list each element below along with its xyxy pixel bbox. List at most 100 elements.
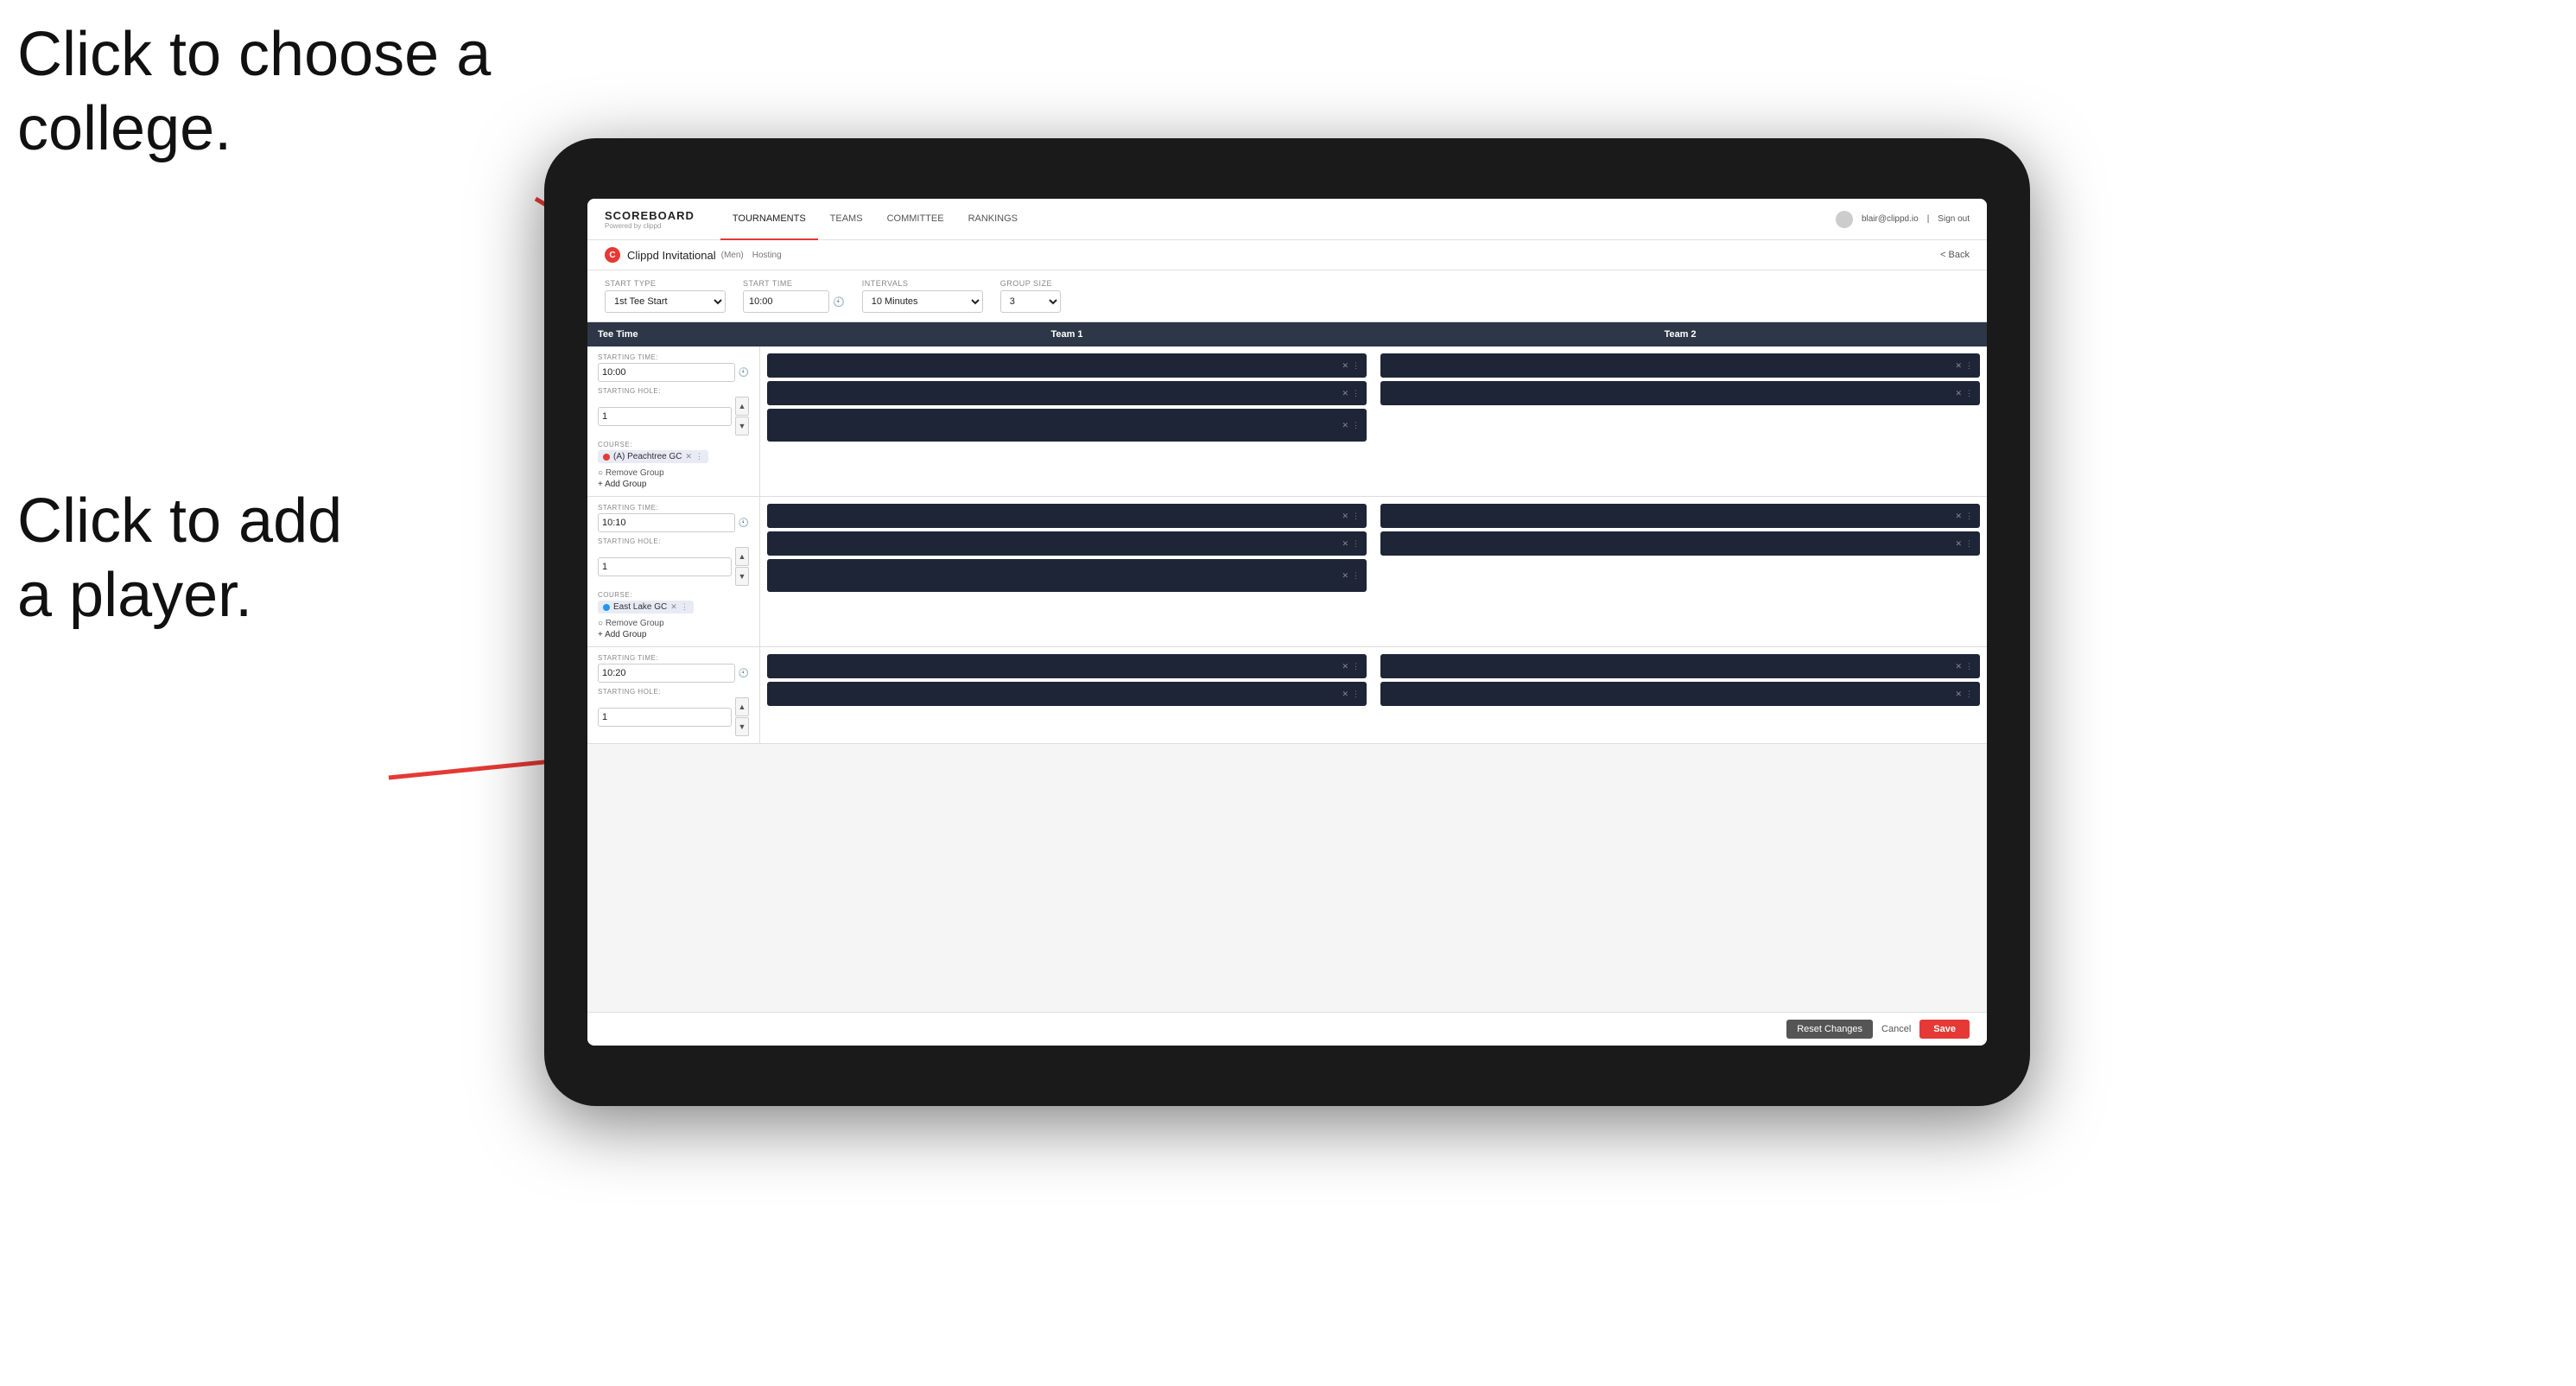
slot-x-1-1[interactable]: ✕: [1342, 361, 1348, 371]
nav-link-committee[interactable]: COMMITTEE: [875, 199, 956, 240]
slot-x-5-2[interactable]: ✕: [1342, 690, 1348, 699]
course-slot-x-2[interactable]: ✕: [1342, 571, 1348, 581]
starting-time-input-3[interactable]: [598, 664, 735, 683]
hole-down-1[interactable]: ▼: [735, 416, 749, 436]
remove-group-2[interactable]: ○ Remove Group: [598, 619, 749, 628]
slot-x-1-2[interactable]: ✕: [1342, 389, 1348, 398]
slot-x-4-1[interactable]: ✕: [1955, 512, 1962, 521]
add-group-1[interactable]: + Add Group: [598, 480, 749, 489]
slot-dots-1-2[interactable]: ⋮: [1352, 389, 1360, 398]
starting-time-label-2: STARTING TIME:: [598, 504, 749, 512]
slot-dots-6-1[interactable]: ⋮: [1965, 662, 1973, 671]
save-button[interactable]: Save: [1919, 1020, 1970, 1039]
hole-up-3[interactable]: ▲: [735, 697, 749, 716]
annotation-top-line2: college.: [17, 92, 491, 166]
starting-time-label-3: STARTING TIME:: [598, 654, 749, 662]
start-time-input[interactable]: [743, 290, 829, 313]
player-slot-3-2[interactable]: ✕ ⋮: [767, 531, 1367, 556]
nav-link-tournaments[interactable]: TOURNAMENTS: [720, 199, 818, 240]
slot-dots-4-2[interactable]: ⋮: [1965, 539, 1973, 549]
player-slot-6-1[interactable]: ✕ ⋮: [1380, 654, 1980, 678]
start-time-group: Start Time 🕙: [743, 279, 845, 313]
annotation-top-line1: Click to choose a: [17, 17, 491, 92]
hole-up-2[interactable]: ▲: [735, 547, 749, 566]
intervals-label: Intervals: [862, 279, 983, 288]
course-slot-dots-2[interactable]: ⋮: [1352, 571, 1360, 581]
player-slot-5-1[interactable]: ✕ ⋮: [767, 654, 1367, 678]
group-team2-col-1: ✕ ⋮ ✕ ⋮: [1374, 346, 1987, 496]
player-slot-2-2[interactable]: ✕ ⋮: [1380, 381, 1980, 405]
start-type-select[interactable]: 1st Tee Start Shotgun Start: [605, 290, 726, 313]
slot-x-6-1[interactable]: ✕: [1955, 662, 1962, 671]
player-slot-1-1[interactable]: ✕ ⋮: [767, 353, 1367, 378]
player-slot-4-2[interactable]: ✕ ⋮: [1380, 531, 1980, 556]
intervals-select[interactable]: 10 Minutes 8 Minutes 12 Minutes: [862, 290, 983, 313]
slot-x-5-1[interactable]: ✕: [1342, 662, 1348, 671]
slot-dots-4-1[interactable]: ⋮: [1965, 512, 1973, 521]
slot-dots-5-2[interactable]: ⋮: [1352, 690, 1360, 699]
avatar: [1836, 211, 1853, 228]
slot-dots-2-1[interactable]: ⋮: [1965, 361, 1973, 371]
player-slot-2-1[interactable]: ✕ ⋮: [1380, 353, 1980, 378]
hole-up-1[interactable]: ▲: [735, 397, 749, 416]
tournament-title: Clippd Invitational: [627, 249, 716, 262]
player-slot-4-1[interactable]: ✕ ⋮: [1380, 504, 1980, 528]
course-more-1[interactable]: ⋮: [695, 452, 703, 461]
nav-link-rankings[interactable]: RANKINGS: [956, 199, 1030, 240]
reset-button[interactable]: Reset Changes: [1786, 1020, 1873, 1039]
group-size-label: Group Size: [1000, 279, 1061, 288]
cancel-button[interactable]: Cancel: [1881, 1024, 1911, 1034]
user-email: blair@clippd.io: [1862, 214, 1919, 224]
nav-separator: |: [1927, 214, 1930, 224]
player-slot-6-2[interactable]: ✕ ⋮: [1380, 682, 1980, 706]
slot-x-3-1[interactable]: ✕: [1342, 512, 1348, 521]
hole-down-3[interactable]: ▼: [735, 717, 749, 736]
starting-time-input-2[interactable]: [598, 513, 735, 532]
add-group-2[interactable]: + Add Group: [598, 630, 749, 639]
app-footer: Reset Changes Cancel Save: [587, 1012, 1987, 1046]
slot-dots-2-2[interactable]: ⋮: [1965, 389, 1973, 398]
main-content[interactable]: STARTING TIME: 🕙 STARTING HOLE: ▲ ▼ COUR…: [587, 346, 1987, 1012]
slot-dots-5-1[interactable]: ⋮: [1352, 662, 1360, 671]
start-time-label: Start Time: [743, 279, 845, 288]
course-remove-1[interactable]: ✕: [685, 452, 692, 461]
course-remove-2[interactable]: ✕: [670, 602, 677, 612]
table-header: Tee Time Team 1 Team 2: [587, 322, 1987, 346]
remove-group-1[interactable]: ○ Remove Group: [598, 468, 749, 478]
starting-hole-input-1[interactable]: [598, 407, 732, 426]
course-more-2[interactable]: ⋮: [681, 602, 688, 612]
player-slot-1-2[interactable]: ✕ ⋮: [767, 381, 1367, 405]
player-slot-3-1[interactable]: ✕ ⋮: [767, 504, 1367, 528]
course-dot-2: [603, 604, 610, 611]
nav-link-teams[interactable]: TEAMS: [818, 199, 875, 240]
starting-hole-label-3: STARTING HOLE:: [598, 688, 749, 696]
course-slot-x-1[interactable]: ✕: [1342, 421, 1348, 430]
slot-x-2-2[interactable]: ✕: [1955, 389, 1962, 398]
slot-dots-3-1[interactable]: ⋮: [1352, 512, 1360, 521]
starting-hole-input-2[interactable]: [598, 557, 732, 576]
nav-links: TOURNAMENTS TEAMS COMMITTEE RANKINGS: [720, 199, 1836, 240]
course-label-2: COURSE:: [598, 591, 749, 599]
back-button[interactable]: < Back: [1940, 250, 1970, 260]
starting-time-input-1[interactable]: [598, 363, 735, 382]
group-team1-col-2: ✕ ⋮ ✕ ⋮ ✕ ⋮: [760, 497, 1374, 646]
group-size-select[interactable]: 3 4 2: [1000, 290, 1061, 313]
sign-out-link[interactable]: Sign out: [1938, 214, 1970, 224]
course-tag-1[interactable]: (A) Peachtree GC ✕ ⋮: [598, 450, 708, 463]
slot-x-3-2[interactable]: ✕: [1342, 539, 1348, 549]
course-tag-2[interactable]: East Lake GC ✕ ⋮: [598, 601, 694, 614]
slot-x-6-2[interactable]: ✕: [1955, 690, 1962, 699]
player-slot-5-2[interactable]: ✕ ⋮: [767, 682, 1367, 706]
th-tee-time: Tee Time: [587, 322, 760, 346]
slot-x-4-2[interactable]: ✕: [1955, 539, 1962, 549]
course-slot-dots-1[interactable]: ⋮: [1352, 421, 1360, 430]
course-slot-2[interactable]: ✕ ⋮: [767, 559, 1367, 592]
annotation-bottom-line2: a player.: [17, 558, 342, 633]
slot-dots-6-2[interactable]: ⋮: [1965, 690, 1973, 699]
slot-dots-1-1[interactable]: ⋮: [1352, 361, 1360, 371]
slot-dots-3-2[interactable]: ⋮: [1352, 539, 1360, 549]
hole-down-2[interactable]: ▼: [735, 567, 749, 586]
starting-hole-input-3[interactable]: [598, 708, 732, 727]
slot-x-2-1[interactable]: ✕: [1955, 361, 1962, 371]
course-slot-1[interactable]: ✕ ⋮: [767, 409, 1367, 442]
